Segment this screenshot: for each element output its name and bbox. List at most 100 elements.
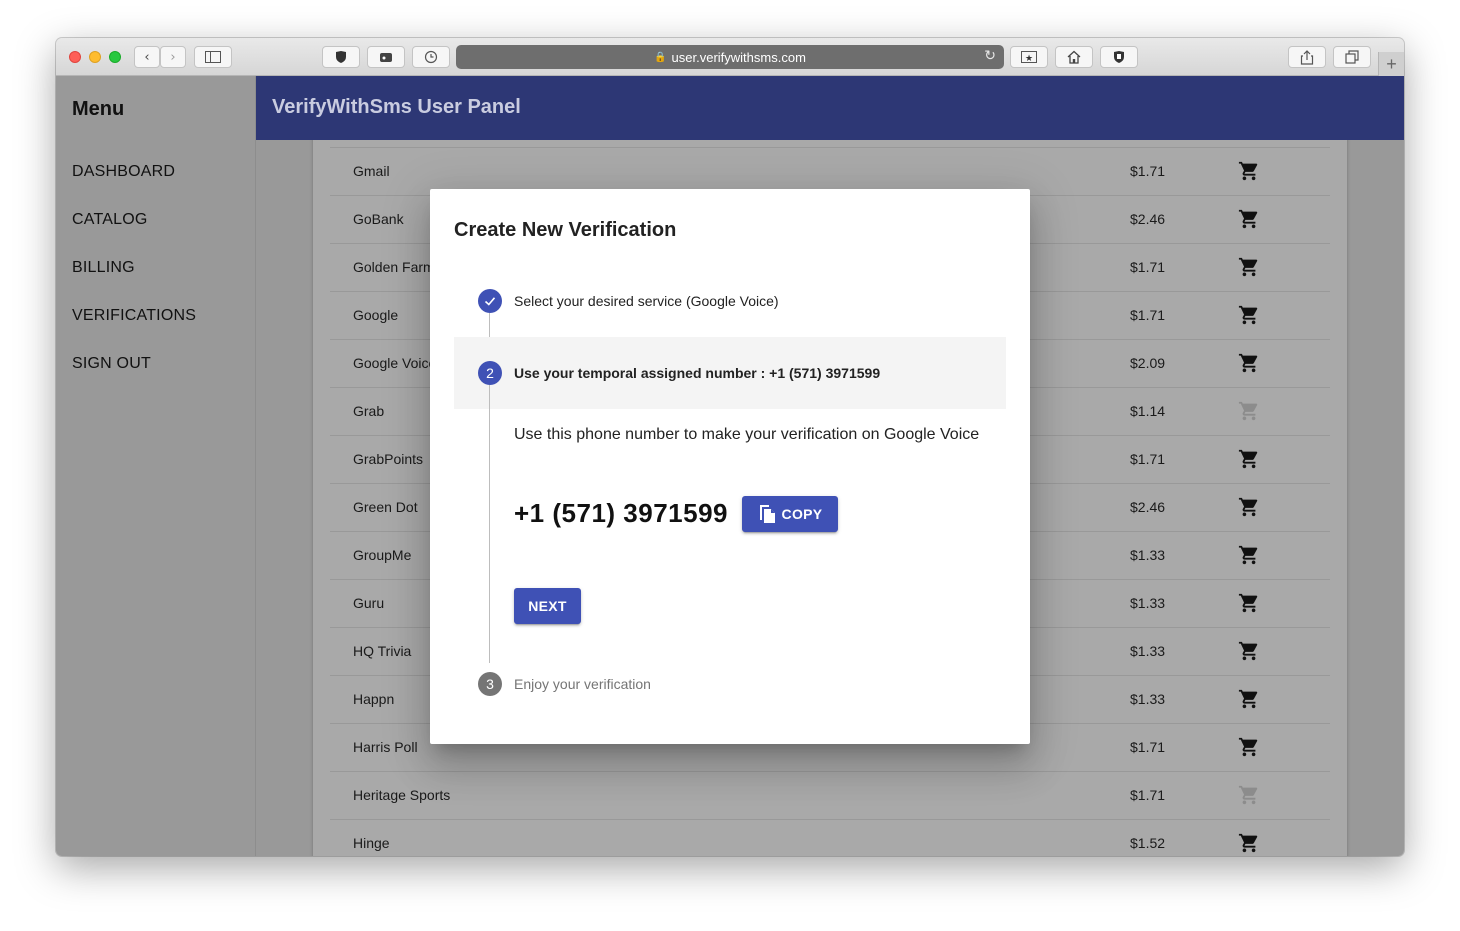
- service-name: Google: [353, 307, 399, 323]
- shield-icon: [336, 51, 346, 63]
- service-name: Google Voice: [353, 355, 437, 371]
- sidebar-item-billing[interactable]: BILLING: [72, 259, 135, 277]
- service-name: GrabPoints: [353, 451, 424, 467]
- sidebar-item-dashboard[interactable]: DASHBOARD: [72, 163, 175, 181]
- close-window-button[interactable]: [69, 51, 81, 63]
- page: Menu DASHBOARD CATALOG BILLING VERIFICAT…: [56, 76, 1404, 856]
- table-row: Heritage Sports $1.71: [330, 772, 1330, 820]
- stepper-connector: [489, 385, 490, 663]
- service-name: GroupMe: [353, 547, 412, 563]
- cart-icon: [1238, 401, 1258, 421]
- chevron-right-icon: ›: [170, 49, 176, 65]
- tabs-icon: [1345, 50, 1359, 64]
- service-price: $1.33: [1130, 643, 1166, 659]
- cart-icon[interactable]: [1238, 496, 1260, 518]
- next-button[interactable]: NEXT: [514, 588, 581, 624]
- service-price: $1.71: [1130, 163, 1166, 179]
- shield-extension-button[interactable]: [322, 46, 360, 68]
- service-name: Guru: [353, 595, 385, 611]
- table-row: Hinge $1.52: [330, 820, 1330, 856]
- history-button[interactable]: [412, 46, 450, 68]
- menu-title: Menu: [72, 98, 125, 120]
- svg-text:★: ★: [1025, 54, 1033, 63]
- sidebar-toggle-button[interactable]: [194, 46, 232, 68]
- cart-icon[interactable]: [1238, 832, 1260, 854]
- lock-icon: 🔒: [654, 51, 667, 63]
- copy-button[interactable]: COPY: [742, 496, 838, 532]
- bookmark-button[interactable]: ★: [1010, 46, 1048, 68]
- address-bar[interactable]: 🔒 user.verifywithsms.com ↻: [456, 45, 1004, 69]
- cart-icon[interactable]: [1238, 448, 1260, 470]
- puzzle-icon: [380, 53, 392, 62]
- service-name: Happn: [353, 691, 395, 707]
- sidebar-icon: [205, 51, 221, 63]
- service-name: Heritage Sports: [353, 787, 451, 803]
- app-title: VerifyWithSms User Panel: [272, 96, 521, 118]
- app-header: VerifyWithSms User Panel: [256, 76, 1404, 140]
- service-price: $1.52: [1130, 835, 1166, 851]
- service-price: $1.71: [1130, 307, 1166, 323]
- sidebar-item-sign-out[interactable]: SIGN OUT: [72, 355, 151, 373]
- home-button[interactable]: [1055, 46, 1093, 68]
- shield-icon: [1114, 51, 1124, 63]
- star-icon: ★: [1021, 51, 1037, 63]
- cart-icon[interactable]: [1238, 352, 1260, 374]
- cart-icon[interactable]: [1238, 544, 1260, 566]
- cart-icon: [1238, 785, 1258, 805]
- service-name: GoBank: [353, 211, 404, 227]
- phone-number: +1 (571) 3971599: [514, 498, 729, 528]
- step-2-number: 2: [478, 361, 502, 385]
- copy-icon: [759, 505, 775, 523]
- cart-icon[interactable]: [1238, 688, 1260, 710]
- share-button[interactable]: [1288, 46, 1326, 68]
- minimize-window-button[interactable]: [89, 51, 101, 63]
- plus-icon: +: [1386, 53, 1397, 74]
- service-price: $2.46: [1130, 211, 1166, 227]
- cart-icon[interactable]: [1238, 640, 1260, 662]
- sidebar-item-catalog[interactable]: CATALOG: [72, 211, 148, 229]
- service-name: HQ Trivia: [353, 643, 412, 659]
- cart-icon[interactable]: [1238, 592, 1260, 614]
- service-price: $2.46: [1130, 499, 1166, 515]
- clock-icon: [424, 50, 438, 64]
- url-text: user.verifywithsms.com: [671, 49, 806, 65]
- service-name: Grab: [353, 403, 385, 419]
- step-3-label: Enjoy your verification: [514, 676, 651, 692]
- cart-icon[interactable]: [1238, 160, 1260, 182]
- cart-icon[interactable]: [1238, 304, 1260, 326]
- service-name: Green Dot: [353, 499, 418, 515]
- service-price: $2.09: [1130, 355, 1166, 371]
- home-icon: [1067, 50, 1081, 64]
- extension-button[interactable]: [367, 46, 405, 68]
- service-name: Golden Farm: [353, 259, 435, 275]
- service-price: $1.71: [1130, 739, 1166, 755]
- service-price: $1.71: [1130, 259, 1166, 275]
- cart-icon[interactable]: [1238, 208, 1260, 230]
- service-price: $1.14: [1130, 403, 1166, 419]
- zoom-window-button[interactable]: [109, 51, 121, 63]
- copy-button-label: COPY: [781, 506, 823, 522]
- back-button[interactable]: ‹: [134, 46, 160, 68]
- browser-window: ‹ › 🔒 user.verifywithsms.com ↻ ★ + Menu …: [56, 38, 1404, 856]
- step-3-number: 3: [478, 672, 502, 696]
- service-name: Harris Poll: [353, 739, 418, 755]
- instruction-text: Use this phone number to make your verif…: [514, 426, 980, 443]
- tabs-overview-button[interactable]: [1333, 46, 1371, 68]
- service-price: $1.33: [1130, 691, 1166, 707]
- cart-icon[interactable]: [1238, 256, 1260, 278]
- service-price: $1.33: [1130, 595, 1166, 611]
- check-icon: [484, 297, 496, 306]
- reload-icon[interactable]: ↻: [984, 48, 996, 64]
- service-price: $1.71: [1130, 451, 1166, 467]
- cart-icon[interactable]: [1238, 736, 1260, 758]
- dialog-title: Create New Verification: [454, 219, 677, 241]
- forward-button[interactable]: ›: [160, 46, 186, 68]
- share-icon: [1300, 49, 1314, 65]
- step-2-label: Use your temporal assigned number : +1 (…: [514, 365, 881, 381]
- next-button-label: NEXT: [528, 598, 567, 614]
- sidebar-item-verifications[interactable]: VERIFICATIONS: [72, 307, 196, 325]
- privacy-extension-button[interactable]: [1100, 46, 1138, 68]
- new-tab-button[interactable]: +: [1378, 52, 1404, 76]
- service-name: Gmail: [353, 163, 390, 179]
- service-price: $1.33: [1130, 547, 1166, 563]
